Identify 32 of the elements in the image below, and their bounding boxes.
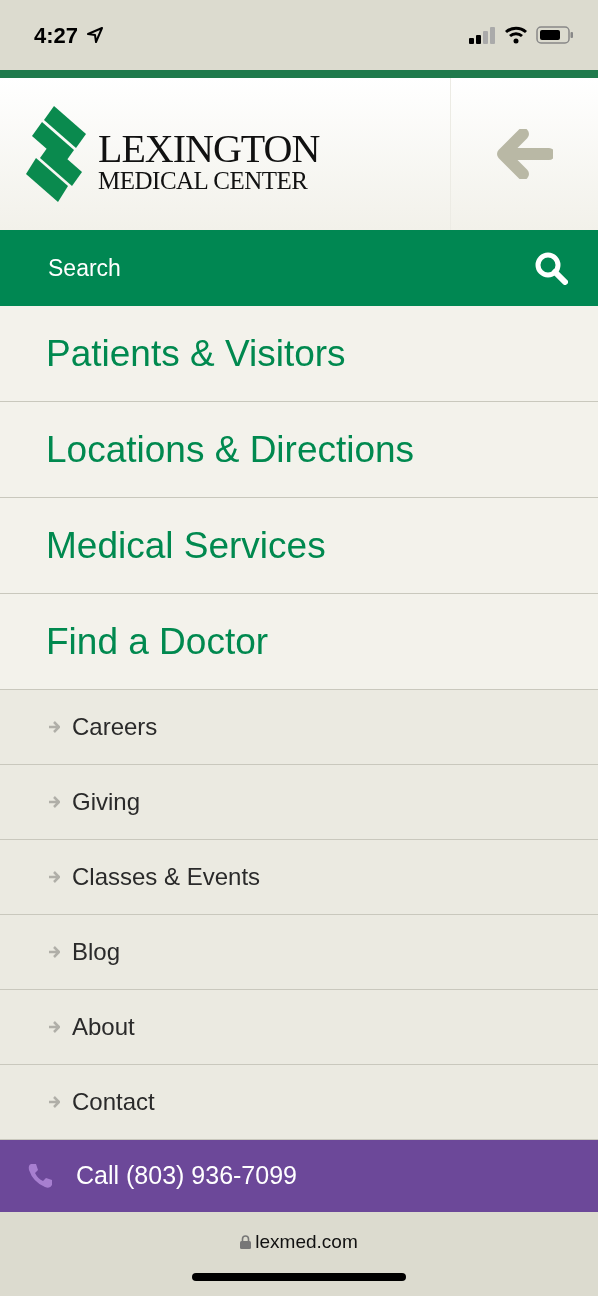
phone-icon <box>26 1162 54 1190</box>
menu-link[interactable]: Giving <box>0 765 598 840</box>
menu-link[interactable]: Blog <box>0 915 598 990</box>
wifi-icon <box>504 26 528 44</box>
arrow-icon <box>48 871 60 883</box>
search-button[interactable] <box>534 251 568 285</box>
menu-link[interactable]: Medical Services <box>0 498 598 594</box>
menu-link[interactable]: Contact <box>0 1065 598 1140</box>
url-text[interactable]: lexmed.com <box>255 1228 358 1257</box>
menu-link[interactable]: Classes & Events <box>0 840 598 915</box>
home-indicator[interactable] <box>192 1272 406 1281</box>
battery-icon <box>536 26 574 44</box>
search-field[interactable]: Search <box>0 230 598 306</box>
call-button[interactable]: Call (803) 936-7099 <box>0 1140 598 1212</box>
arrow-icon <box>48 1021 60 1033</box>
signal-icon <box>468 26 496 44</box>
menu-link[interactable]: Find a Doctor <box>0 594 598 690</box>
clock-time: 4:27 <box>34 21 79 50</box>
arrow-icon <box>48 1096 60 1108</box>
menu-link[interactable]: About <box>0 990 598 1065</box>
menu-link[interactable]: Locations & Directions <box>0 402 598 498</box>
arrow-icon <box>48 796 60 808</box>
logo-subtitle: MEDICAL CENTER <box>98 168 309 194</box>
arrow-icon <box>48 721 60 733</box>
search-icon <box>534 251 568 285</box>
logo-title: LEXINGTON <box>98 130 320 168</box>
lock-icon <box>240 1235 252 1250</box>
arrow-icon <box>48 946 60 958</box>
back-arrow-icon <box>496 129 553 179</box>
location-arrow-icon <box>86 26 105 44</box>
menu-link[interactable]: Patients & Visitors <box>0 306 598 402</box>
menu-link[interactable]: Careers <box>0 690 598 765</box>
